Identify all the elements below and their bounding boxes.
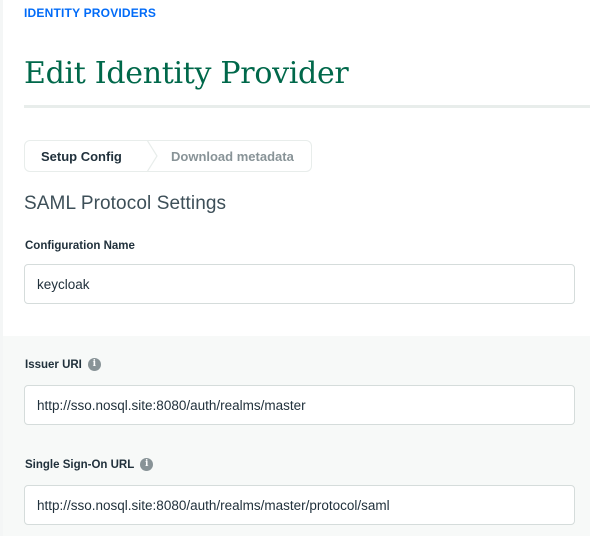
issuer-uri-label-text: Issuer URI — [25, 358, 82, 371]
sso-url-value: http://sso.nosql.site:8080/auth/realms/m… — [37, 497, 390, 513]
step-setup-config[interactable]: Setup Config — [25, 141, 147, 171]
sso-url-label: Single Sign-On URL i — [25, 458, 154, 471]
step-chevron-icon — [147, 141, 159, 171]
configuration-name-label: Configuration Name — [25, 240, 135, 252]
issuer-uri-label: Issuer URI i — [25, 358, 101, 371]
configuration-name-value: keycloak — [37, 276, 90, 292]
configuration-name-input[interactable]: keycloak — [24, 264, 575, 304]
issuer-uri-value: http://sso.nosql.site:8080/auth/realms/m… — [37, 397, 306, 413]
sso-url-input[interactable]: http://sso.nosql.site:8080/auth/realms/m… — [24, 485, 575, 525]
wizard-stepper: Setup Config Download metadata — [24, 140, 312, 172]
step-download-metadata[interactable]: Download metadata — [159, 141, 294, 171]
section-title: SAML Protocol Settings — [24, 193, 227, 214]
breadcrumb[interactable]: IDENTITY PROVIDERS — [24, 6, 156, 20]
configuration-name-label-text: Configuration Name — [25, 240, 135, 252]
sso-url-label-text: Single Sign-On URL — [25, 458, 135, 471]
title-divider — [24, 105, 590, 108]
page-title: Edit Identity Provider — [24, 56, 349, 91]
info-icon[interactable]: i — [87, 358, 101, 371]
info-icon[interactable]: i — [140, 458, 154, 471]
issuer-uri-input[interactable]: http://sso.nosql.site:8080/auth/realms/m… — [24, 385, 575, 425]
